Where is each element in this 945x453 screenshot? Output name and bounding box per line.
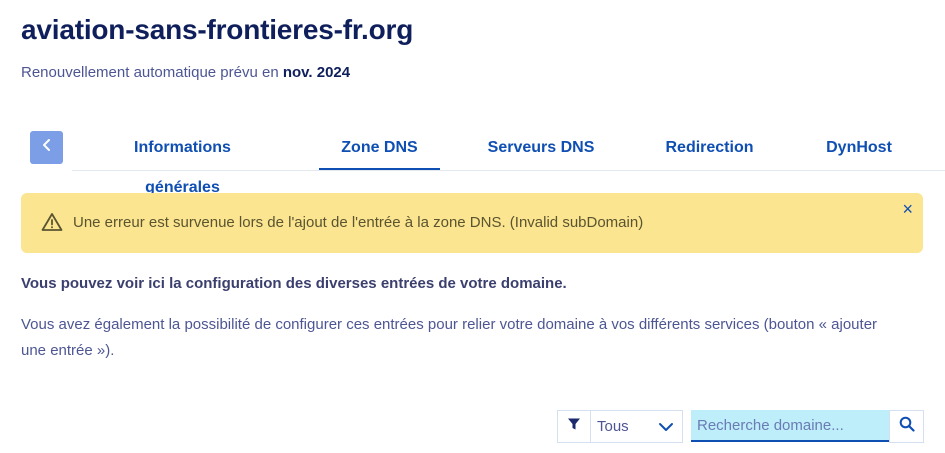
intro-text: Vous pouvez voir ici la configuration de…: [21, 275, 567, 292]
tab-informations-generales[interactable]: Informations générales: [97, 128, 268, 196]
filter-selected-value: Tous: [597, 418, 629, 435]
filter-select[interactable]: Tous: [591, 410, 683, 443]
description-text: Vous avez également la possibilité de co…: [21, 316, 878, 359]
renewal-info: Renouvellement automatique prévu en nov.…: [21, 64, 350, 81]
page-title: aviation-sans-frontieres-fr.org: [21, 14, 414, 45]
chevron-down-icon: [658, 420, 674, 438]
close-icon[interactable]: ×: [902, 199, 913, 220]
search-icon: [899, 416, 915, 437]
renewal-date: nov. 2024: [282, 64, 351, 81]
filter-icon: [567, 417, 581, 436]
tab-serveurs-dns[interactable]: Serveurs DNS: [486, 128, 596, 169]
tab-zone-dns[interactable]: Zone DNS: [319, 128, 440, 170]
chevron-left-icon: [41, 138, 53, 157]
tab-redirection[interactable]: Redirection: [662, 128, 757, 169]
warning-icon: [41, 212, 63, 237]
tab-dynhost[interactable]: DynHost: [824, 128, 894, 169]
back-button[interactable]: [30, 131, 63, 164]
error-alert: Une erreur est survenue lors de l'ajout …: [21, 193, 923, 253]
search-button[interactable]: [889, 410, 924, 443]
tab-bar: Informations générales Zone DNS Serveurs…: [72, 128, 945, 196]
alert-message: Une erreur est survenue lors de l'ajout …: [73, 214, 644, 231]
search-input[interactable]: [691, 410, 893, 442]
renewal-text: Renouvellement automatique prévu en: [21, 64, 279, 81]
filter-group: Tous: [557, 410, 683, 443]
filter-button[interactable]: [557, 410, 591, 443]
